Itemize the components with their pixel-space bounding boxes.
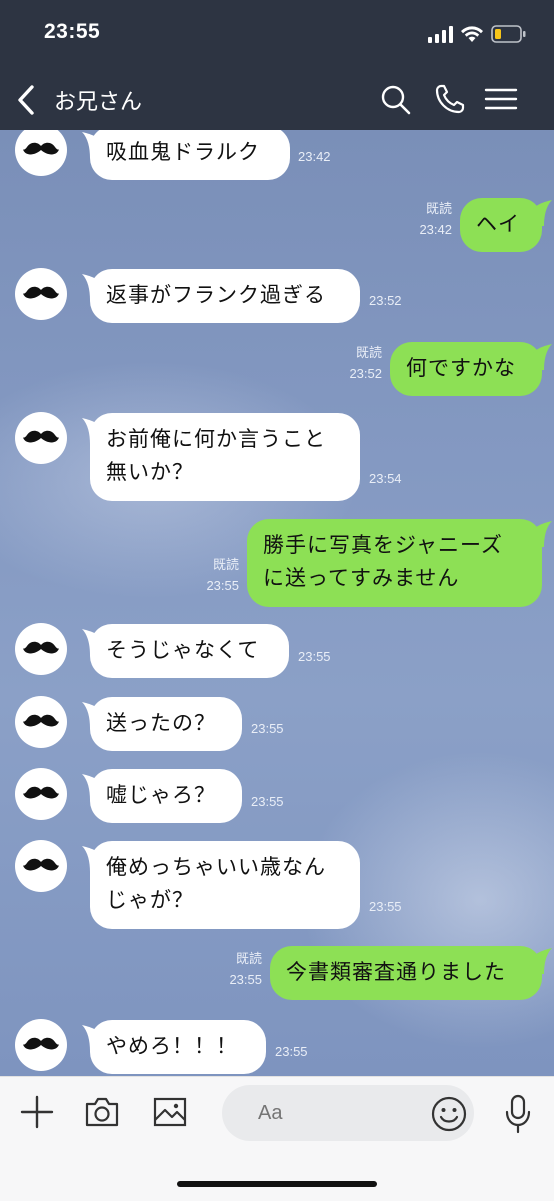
avatar[interactable] <box>15 412 67 464</box>
mustache-icon <box>23 142 59 155</box>
chat-area[interactable]: 吸血鬼ドラルク 23:42 既読 23:42 ヘイ 返事がフランク過ぎる 23:… <box>0 130 554 1076</box>
message-bubble[interactable]: 今書類審査通りました <box>270 946 542 1000</box>
signal-icon <box>428 26 453 43</box>
message-time: 23:52 <box>369 293 402 308</box>
avatar[interactable] <box>15 840 67 892</box>
menu-icon[interactable] <box>484 82 518 116</box>
bubble-tail <box>528 344 552 370</box>
message-bubble[interactable]: 吸血鬼ドラルク <box>90 130 290 180</box>
message-bubble[interactable]: 返事がフランク過ぎる <box>90 269 360 323</box>
wifi-icon <box>461 26 483 42</box>
avatar[interactable] <box>15 268 67 320</box>
avatar[interactable] <box>15 1019 67 1071</box>
camera-icon[interactable] <box>84 1095 120 1129</box>
mustache-icon <box>23 786 59 799</box>
search-icon[interactable] <box>378 82 412 116</box>
home-indicator[interactable] <box>177 1181 377 1187</box>
emoji-icon[interactable] <box>431 1096 467 1132</box>
message-bubble[interactable]: お前俺に何か言うこと 無いか？ <box>90 413 360 501</box>
message-bubble[interactable]: そうじゃなくて <box>90 624 289 678</box>
mustache-icon <box>23 286 59 299</box>
bubble-tail <box>528 521 552 547</box>
message-time: 23:55 <box>229 972 262 987</box>
message-time: 23:55 <box>369 899 402 914</box>
plus-icon[interactable] <box>20 1095 54 1129</box>
image-icon[interactable] <box>152 1095 188 1129</box>
avatar[interactable] <box>15 130 67 176</box>
chat-header: お兄さん <box>0 72 554 130</box>
message-time: 23:42 <box>419 222 452 237</box>
message-time: 23:55 <box>206 578 239 593</box>
mustache-icon <box>23 1037 59 1050</box>
read-receipt: 既読 <box>355 345 382 360</box>
mustache-icon <box>23 430 59 443</box>
bubble-tail <box>528 200 552 226</box>
message-bubble[interactable]: やめろ！！！ <box>90 1020 266 1074</box>
status-bar: 23:55 <box>0 0 554 72</box>
read-receipt: 既読 <box>212 557 239 572</box>
message-time: 23:55 <box>251 794 284 809</box>
message-time: 23:55 <box>251 721 284 736</box>
message-bubble[interactable]: 何ですかな <box>390 342 542 396</box>
message-bubble[interactable]: 俺めっちゃいい歳なん じゃが？ <box>90 841 360 929</box>
message-bubble[interactable]: 勝手に写真をジャニーズ に送ってすみません <box>247 519 542 607</box>
battery-icon <box>491 25 526 43</box>
message-bubble[interactable]: 送ったの？ <box>90 697 242 751</box>
chat-title[interactable]: お兄さん <box>54 84 142 116</box>
status-time: 23:55 <box>44 20 101 43</box>
mustache-icon <box>23 641 59 654</box>
message-bubble[interactable]: 嘘じゃろ？ <box>90 769 242 823</box>
avatar[interactable] <box>15 768 67 820</box>
back-chevron-icon[interactable] <box>12 82 42 118</box>
mustache-icon <box>23 858 59 871</box>
message-time: 23:55 <box>298 649 331 664</box>
bubble-tail <box>528 948 552 974</box>
message-time: 23:55 <box>275 1044 308 1059</box>
read-receipt: 既読 <box>425 201 452 216</box>
message-time: 23:54 <box>369 471 402 486</box>
avatar[interactable] <box>15 623 67 675</box>
microphone-icon[interactable] <box>503 1094 533 1134</box>
phone-icon[interactable] <box>433 82 467 116</box>
read-receipt: 既読 <box>235 951 262 966</box>
avatar[interactable] <box>15 696 67 748</box>
message-time: 23:42 <box>298 149 331 164</box>
mustache-icon <box>23 714 59 727</box>
message-time: 23:52 <box>349 366 382 381</box>
